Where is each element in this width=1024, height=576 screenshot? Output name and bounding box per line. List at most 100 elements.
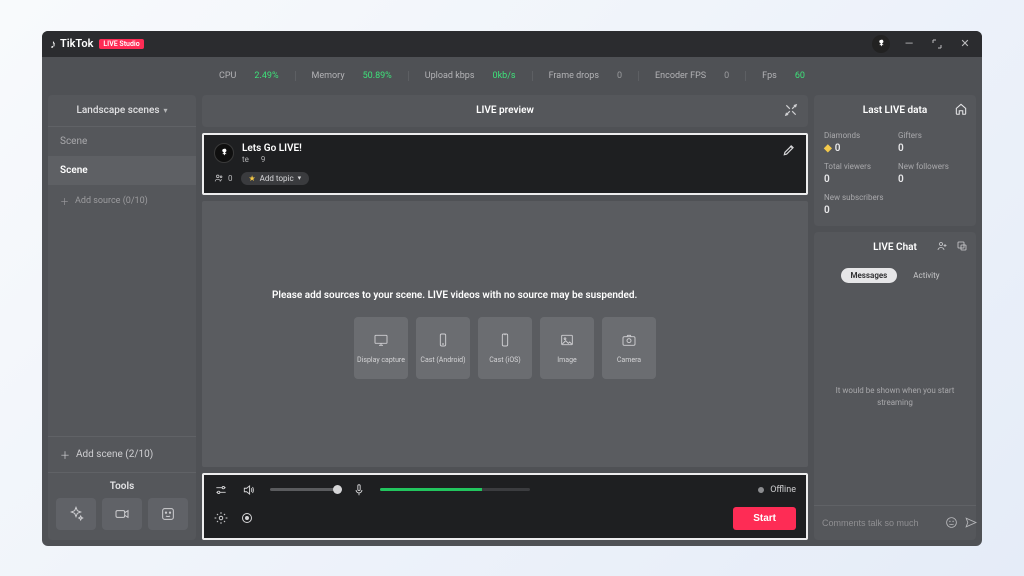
bottom-controls: Offline Start — [202, 473, 808, 540]
stat-value: 0kb/s — [493, 71, 516, 81]
source-label: Cast (Android) — [420, 356, 465, 364]
app-badge: LIVE Studio — [99, 39, 143, 49]
start-button[interactable]: Start — [733, 507, 796, 530]
add-user-icon[interactable] — [936, 240, 948, 252]
source-label: Image — [557, 356, 577, 364]
titlebar-left: ♪ TikTok LIVE Studio — [50, 37, 144, 51]
speaker-icon[interactable] — [242, 483, 256, 497]
sidebar-header-label: Landscape scenes — [76, 105, 159, 116]
metric-value: 0 — [898, 143, 966, 154]
chat-input[interactable] — [822, 518, 939, 528]
chat-tab-messages[interactable]: Messages — [841, 268, 898, 283]
metric-value: 0 — [898, 174, 966, 185]
tool-sticker-button[interactable] — [148, 498, 188, 530]
source-display-capture[interactable]: Display capture — [354, 317, 408, 379]
settings-icon[interactable] — [214, 511, 228, 525]
add-scene-button[interactable]: ＋ Add scene (2/10) — [48, 436, 196, 472]
tiktok-note-icon: ♪ — [50, 37, 56, 51]
mixer-icon[interactable] — [214, 483, 228, 497]
stat-value: 2.49% — [254, 71, 278, 81]
tool-effects-button[interactable] — [56, 498, 96, 530]
source-image[interactable]: Image — [540, 317, 594, 379]
stat-value: 50.89% — [363, 71, 392, 81]
center-header: LIVE preview — [202, 95, 808, 127]
live-chat-card: LIVE Chat Messages Activity It would be … — [814, 232, 976, 540]
stat-label: Fps — [762, 71, 777, 81]
battle-icon[interactable] — [784, 103, 798, 120]
right-panel: Last LIVE data Diamonds◆0 Gifters0 Total… — [814, 95, 976, 540]
user-avatar[interactable] — [872, 35, 890, 53]
main-row: Landscape scenes ▾ Scene Scene ＋ Add sou… — [42, 95, 982, 546]
sidebar: Landscape scenes ▾ Scene Scene ＋ Add sou… — [48, 95, 196, 540]
stat-label: Upload kbps — [425, 71, 475, 81]
last-live-data-title: Last LIVE data — [863, 105, 927, 116]
stat-label: Encoder FPS — [655, 71, 706, 81]
emoji-icon[interactable] — [945, 514, 958, 532]
chat-tab-activity[interactable]: Activity — [903, 268, 949, 283]
source-card-grid: Display capture Cast (Android) Cast (iOS… — [354, 317, 656, 379]
window-close-icon[interactable]: ✕ — [956, 35, 974, 53]
add-source-label: Add source (0/10) — [75, 196, 148, 206]
scene-item-active[interactable]: Scene — [48, 156, 196, 185]
metric-label: Total viewers — [824, 162, 892, 171]
app-window: ♪ TikTok LIVE Studio — ✕ CPU 2.49% Memory… — [42, 31, 982, 546]
app-name: TikTok — [60, 37, 93, 50]
center-header-label: LIVE preview — [476, 105, 534, 116]
live-title: Lets Go LIVE! — [242, 143, 302, 154]
source-cast-android[interactable]: Cast (Android) — [416, 317, 470, 379]
source-cast-ios[interactable]: Cast (iOS) — [478, 317, 532, 379]
stat-value: 0 — [617, 71, 622, 81]
chat-body: It would be shown when you start streami… — [814, 289, 976, 505]
tools-title: Tools — [48, 473, 196, 498]
metric-label: New followers — [898, 162, 966, 171]
mic-level-meter — [380, 488, 530, 491]
live-avatar-icon — [214, 143, 234, 163]
live-sub-left: te — [242, 155, 249, 164]
add-topic-chip[interactable]: ★ Add topic ▾ — [241, 172, 310, 185]
chat-empty-text: It would be shown when you start streami… — [828, 385, 962, 407]
scene-item[interactable]: Scene — [48, 127, 196, 156]
popout-icon[interactable] — [956, 240, 968, 252]
titlebar-right: — ✕ — [872, 35, 974, 53]
live-sub-right: 9 — [261, 155, 266, 164]
metric-label: Gifters — [898, 131, 966, 140]
stat-value: 0 — [724, 71, 729, 81]
window-minimize-icon[interactable]: — — [900, 35, 918, 53]
source-label: Display capture — [357, 356, 405, 364]
star-icon: ★ — [249, 174, 256, 183]
stream-status: Offline — [758, 485, 796, 495]
tools-block: Tools — [48, 472, 196, 540]
source-label: Camera — [617, 356, 641, 364]
window-maximize-icon[interactable] — [928, 35, 946, 53]
metric-value: 0 — [824, 205, 892, 216]
viewer-count: 0 — [214, 173, 233, 183]
chevron-down-icon: ▾ — [298, 174, 302, 182]
record-icon[interactable] — [242, 513, 252, 523]
last-live-data-card: Last LIVE data Diamonds◆0 Gifters0 Total… — [814, 95, 976, 226]
source-camera[interactable]: Camera — [602, 317, 656, 379]
metric-label: New subscribers — [824, 193, 892, 202]
viewer-count-value: 0 — [228, 174, 233, 183]
stat-label: Memory — [312, 71, 345, 81]
source-label: Cast (iOS) — [489, 356, 521, 364]
home-icon[interactable] — [954, 102, 968, 119]
stats-bar: CPU 2.49% Memory 50.89% Upload kbps 0kb/s F… — [42, 57, 982, 95]
tool-camera-button[interactable] — [102, 498, 142, 530]
stat-label: CPU — [219, 71, 236, 81]
topic-chip-label: Add topic — [260, 174, 294, 183]
chat-input-row — [814, 505, 976, 540]
chat-tabs: Messages Activity — [814, 264, 976, 289]
metric-label: Diamonds — [824, 131, 892, 140]
mic-icon[interactable] — [352, 483, 366, 497]
stat-value: 60 — [795, 71, 805, 81]
volume-slider[interactable] — [270, 488, 338, 491]
add-source-button[interactable]: ＋ Add source (0/10) — [48, 185, 196, 218]
edit-icon[interactable] — [782, 143, 796, 160]
live-chat-title: LIVE Chat — [873, 242, 917, 253]
sidebar-header[interactable]: Landscape scenes ▾ — [48, 95, 196, 127]
plus-icon: ＋ — [60, 447, 70, 462]
metric-value: 0 — [824, 174, 892, 185]
titlebar: ♪ TikTok LIVE Studio — ✕ — [42, 31, 982, 57]
preview-prompt: Please add sources to your scene. LIVE v… — [272, 289, 637, 303]
send-icon[interactable] — [964, 514, 977, 532]
